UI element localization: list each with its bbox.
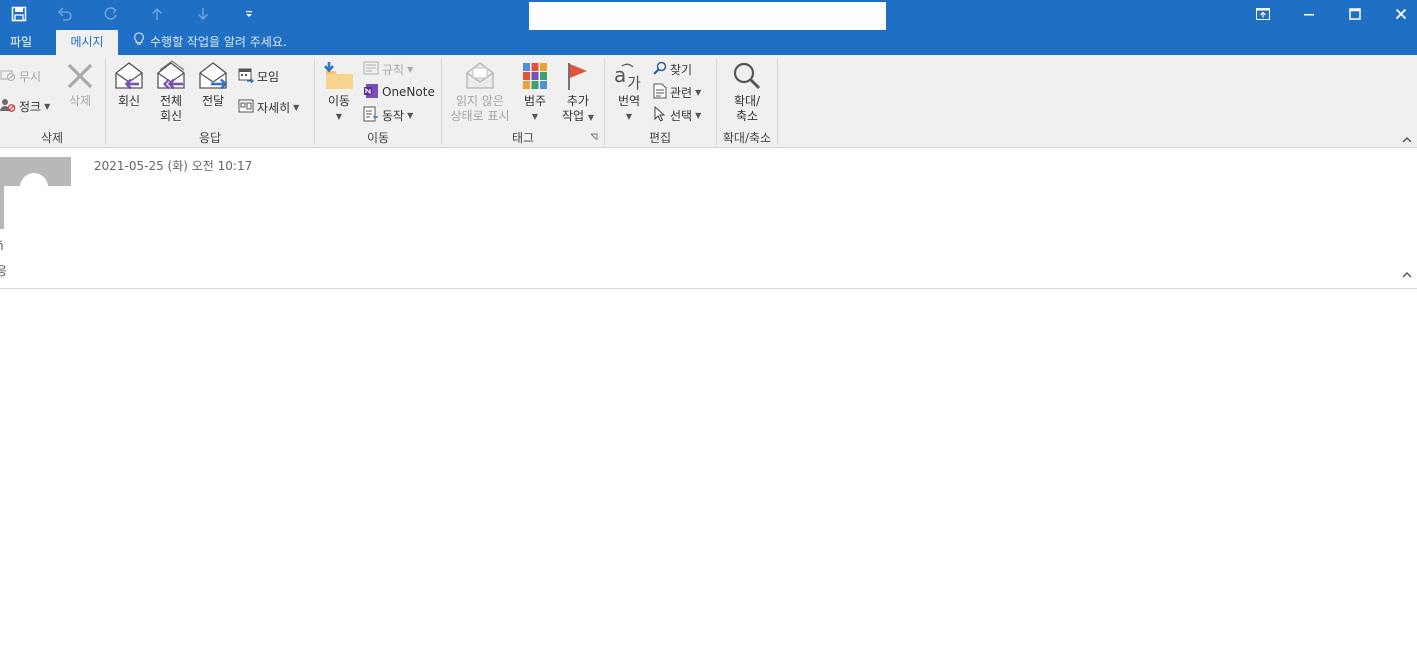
move-folder-icon <box>322 59 356 93</box>
message-header: 2021-05-25 (화) 오전 10:17 ñ 응 <box>0 149 1417 289</box>
group-label-edit: 편집 <box>648 131 672 145</box>
delete-button[interactable]: 삭제 <box>60 59 100 109</box>
group-move: 이동 ▼ 규칙 ▼ OneNote 동작 ▼ 이동 <box>315 55 441 148</box>
group-zoom: 확대/ 축소 확대/축소 <box>717 55 777 148</box>
rules-icon <box>363 61 379 78</box>
delete-x-icon <box>63 59 97 93</box>
cursor-icon <box>653 105 667 125</box>
title-bar <box>0 0 1417 32</box>
save-icon[interactable] <box>6 2 32 26</box>
group-label-move: 이동 <box>366 131 390 145</box>
meeting-icon <box>238 67 254 86</box>
tell-me-placeholder: 수행할 작업을 알려 주세요. <box>150 35 287 49</box>
forward-button[interactable]: 전달 <box>196 59 230 109</box>
mark-unread-button[interactable]: 읽지 않은 상태로 표시 <box>446 59 514 124</box>
select-button[interactable]: 선택 ▼ <box>653 105 701 125</box>
recipient-fragment: 응 <box>0 264 8 278</box>
ribbon-tab-bar: 파일 메시지 수행할 작업을 알려 주세요. <box>0 30 1417 55</box>
dropdown-caret-icon: ▼ <box>531 112 539 121</box>
dropdown-caret-icon: ▼ <box>44 101 51 111</box>
dropdown-caret-icon: ▼ <box>695 87 702 97</box>
close-icon[interactable] <box>1378 0 1417 28</box>
sender-name-fragment: ñ <box>0 239 4 253</box>
reply-all-button[interactable]: 전체 회신 <box>154 59 188 124</box>
collapse-header-icon[interactable] <box>1401 269 1413 281</box>
move-button[interactable]: 이동 ▼ <box>321 59 357 124</box>
ignore-button[interactable]: 무시 <box>0 66 41 86</box>
cleanup-button[interactable]: 정크 ▼ <box>0 96 50 116</box>
related-button[interactable]: 관련 ▼ <box>653 82 701 102</box>
zoom-magnifier-icon <box>730 59 764 93</box>
group-label-respond: 응답 <box>198 131 222 145</box>
translate-button[interactable]: a가 번역 ▼ <box>611 59 647 124</box>
redo-icon[interactable] <box>98 2 124 26</box>
group-label-delete: 삭제 <box>40 131 64 145</box>
minimize-icon[interactable] <box>1286 0 1332 28</box>
ribbon-display-options-icon[interactable] <box>1240 0 1286 28</box>
dropdown-caret-icon: ▼ <box>335 112 343 121</box>
customize-qat-icon[interactable] <box>236 2 262 26</box>
actions-button[interactable]: 동작 ▼ <box>363 105 413 125</box>
reply-icon <box>112 59 146 93</box>
ignore-icon <box>0 68 16 85</box>
collapse-ribbon-icon[interactable] <box>1401 134 1413 146</box>
zoom-button[interactable]: 확대/ 축소 <box>725 59 769 124</box>
undo-icon[interactable] <box>52 2 78 26</box>
find-button[interactable]: 찾기 <box>653 59 692 79</box>
more-respond-button[interactable]: 자세히 ▼ <box>238 97 299 117</box>
tell-me-box[interactable]: 수행할 작업을 알려 주세요. <box>133 30 287 55</box>
forward-icon <box>196 59 230 93</box>
group-label-tags: 태그 <box>511 131 535 145</box>
avatar <box>0 157 71 229</box>
maximize-icon[interactable] <box>1332 0 1378 28</box>
dropdown-caret-icon: ▼ <box>407 110 414 120</box>
tab-message[interactable]: 메시지 <box>56 30 118 55</box>
dropdown-caret-icon: ▼ <box>625 112 633 121</box>
rules-button[interactable]: 규칙 ▼ <box>363 59 413 79</box>
reply-button[interactable]: 회신 <box>112 59 146 109</box>
onenote-button[interactable]: OneNote <box>363 82 435 102</box>
dropdown-caret-icon: ▼ <box>407 64 414 74</box>
group-label-zoom: 확대/축소 <box>722 131 772 145</box>
more-respond-icon <box>238 98 254 117</box>
up-arrow-icon[interactable] <box>144 2 170 26</box>
meeting-button[interactable]: 모임 <box>238 66 279 86</box>
avatar-body-shape <box>4 186 71 229</box>
categorize-button[interactable]: 범주 ▼ <box>518 59 552 124</box>
dropdown-caret-icon: ▼ <box>587 113 595 122</box>
flag-icon <box>561 59 595 93</box>
svg-text:a: a <box>614 63 626 87</box>
group-respond: 회신 전체 회신 전달 모임 자세히 ▼ 응답 <box>106 55 314 148</box>
group-divider <box>777 59 778 145</box>
tab-file[interactable]: 파일 <box>0 30 42 55</box>
onenote-icon <box>363 83 379 102</box>
dropdown-caret-icon: ▼ <box>695 110 702 120</box>
svg-text:가: 가 <box>627 74 641 92</box>
find-icon <box>653 61 667 78</box>
related-icon <box>653 83 667 102</box>
follow-up-button[interactable]: 추가 작업 ▼ <box>558 59 598 125</box>
ribbon: 무시 정크 ▼ 삭제 삭제 회신 전체 회신 전달 모임 자세히 ▼ 응답 이동… <box>0 55 1417 148</box>
dialog-launcher-icon[interactable] <box>590 130 598 144</box>
translate-icon: a가 <box>612 59 646 93</box>
window-title <box>529 2 886 32</box>
group-delete: 무시 정크 ▼ 삭제 삭제 <box>0 55 104 148</box>
down-arrow-icon[interactable] <box>190 2 216 26</box>
actions-icon <box>363 106 379 125</box>
group-tags: 읽지 않은 상태로 표시 범주 ▼ 추가 작업 ▼ 태그 <box>442 55 604 148</box>
message-body[interactable] <box>0 290 1417 672</box>
dropdown-caret-icon: ▼ <box>293 102 300 112</box>
junk-icon <box>0 98 16 115</box>
message-date: 2021-05-25 (화) 오전 10:17 <box>94 159 253 173</box>
group-edit: a가 번역 ▼ 찾기 관련 ▼ 선택 ▼ 편집 <box>605 55 715 148</box>
categorize-icon <box>518 59 552 93</box>
lightbulb-icon <box>133 30 145 55</box>
mark-unread-icon <box>463 59 497 93</box>
reply-all-icon <box>154 59 188 93</box>
